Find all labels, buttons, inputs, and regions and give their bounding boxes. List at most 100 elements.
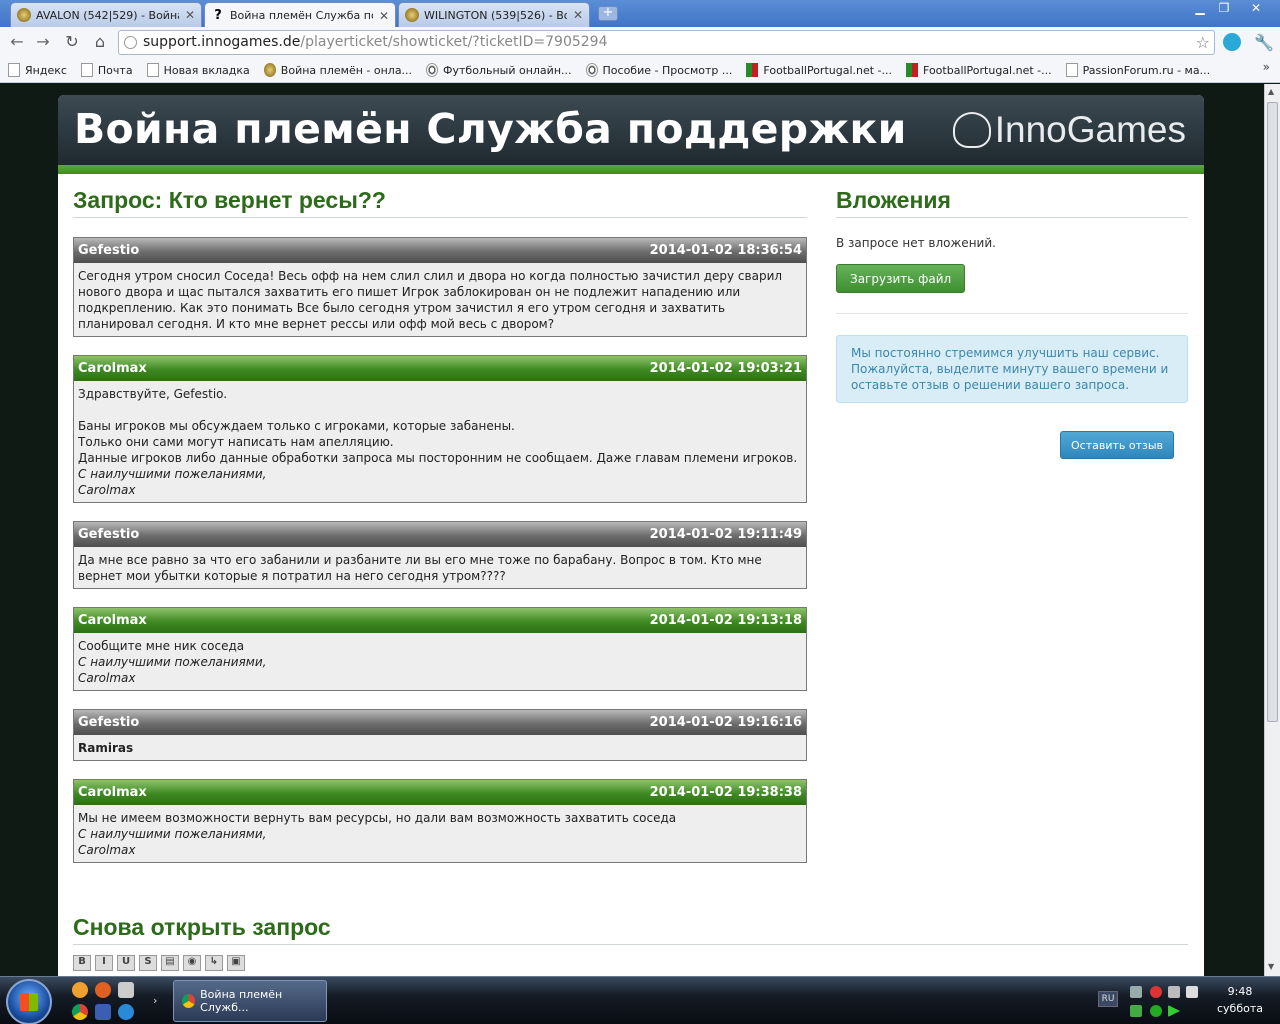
ticket-column: Запрос: Кто вернет ресы?? Gefestio 2014-0… <box>73 187 807 863</box>
message-date: 2014-01-02 19:11:49 <box>649 527 802 542</box>
message-player: Gefestio 2014-01-02 19:16:16 Ramiras <box>73 709 807 761</box>
link-button[interactable]: ◉ <box>183 955 201 971</box>
strike-button[interactable]: S <box>139 955 157 971</box>
tribalwars-icon <box>263 63 276 77</box>
page-icon <box>8 63 20 77</box>
close-tab-icon[interactable]: ✕ <box>573 8 583 22</box>
close-window-icon[interactable]: ✕ <box>1236 0 1276 18</box>
bookmark-label: FootballPortugal.net -... <box>763 63 893 77</box>
chrome-icon[interactable] <box>72 1004 88 1020</box>
message-date: 2014-01-02 19:13:18 <box>649 613 802 628</box>
quicklaunch-chevron-icon[interactable]: › <box>153 994 157 1007</box>
network-icon[interactable] <box>1130 986 1142 998</box>
reload-icon[interactable]: ↻ <box>61 32 83 52</box>
avast-icon[interactable] <box>72 982 88 998</box>
image-button[interactable]: ▣ <box>227 955 245 971</box>
message-author: Gefestio <box>78 527 140 542</box>
start-button[interactable] <box>6 979 52 1024</box>
bookmark-passionforum[interactable]: PassionForum.ru - ма... <box>1065 63 1211 77</box>
bold-button[interactable]: B <box>73 955 91 971</box>
task-title: Война племён Служб... <box>200 988 283 1014</box>
fp-icon <box>906 63 919 77</box>
calculator-icon[interactable] <box>118 982 134 998</box>
message-body: Сообщите мне ник соседа С наилучшими пож… <box>74 633 806 690</box>
security-alert-icon[interactable] <box>1150 986 1162 998</box>
bookmark-star-icon[interactable]: ☆ <box>1196 31 1210 54</box>
tab-avalon[interactable]: AVALON (542|529) - Война... ✕ <box>10 2 202 27</box>
sidebar: Вложения В запросе нет вложений. Загрузи… <box>836 187 1188 459</box>
page-scrollbar[interactable]: ▲ ▼ <box>1264 84 1280 976</box>
message-support: Carolmax 2014-01-02 19:03:21 Здравствуйте,… <box>73 355 807 503</box>
tab-title: AVALON (542|529) - Война... <box>36 8 179 22</box>
message-date: 2014-01-02 19:03:21 <box>649 361 802 376</box>
message-text: Сообщите мне ник соседа <box>78 639 245 653</box>
tab-support[interactable]: ? Война племён Служба по... ✕ <box>204 2 396 28</box>
globe-icon <box>124 36 137 49</box>
scroll-down-icon[interactable]: ▼ <box>1268 962 1274 971</box>
minimize-icon[interactable]: ▁ <box>1188 0 1212 18</box>
message-text: Ramiras <box>78 741 134 755</box>
leave-feedback-button[interactable]: Оставить отзыв <box>1060 431 1175 459</box>
bookmark-football[interactable]: Футбольный онлайн... <box>426 63 572 77</box>
scroll-up-icon[interactable]: ▲ <box>1268 87 1274 96</box>
bookmark-guide[interactable]: Пособие - Просмотр ... <box>585 63 733 77</box>
bookmark-new-tab[interactable]: Новая вкладка <box>146 63 250 77</box>
football-icon <box>585 63 598 77</box>
underline-button[interactable]: U <box>117 955 135 971</box>
chrome-icon <box>182 994 196 1008</box>
skype-icon[interactable] <box>1223 33 1241 51</box>
bookmark-label: Новая вкладка <box>163 63 250 77</box>
windows-logo-icon <box>20 993 38 1011</box>
innogames-logo[interactable]: InnoGames <box>952 109 1186 151</box>
bookmark-yandex[interactable]: Яндекс <box>8 63 67 77</box>
site-brand[interactable]: Война племён Служба поддержки <box>74 105 907 153</box>
new-tab-button[interactable]: + <box>598 6 618 21</box>
message-support: Carolmax 2014-01-02 19:13:18 Сообщите мне … <box>73 607 807 691</box>
close-tab-icon[interactable]: ✕ <box>185 8 195 22</box>
message-text: Здравствуйте, Gefestio. Баны игроков мы … <box>78 387 798 465</box>
play-icon[interactable] <box>1168 1005 1180 1017</box>
firefox-icon[interactable] <box>95 982 111 998</box>
italic-button[interactable]: I <box>95 955 113 971</box>
tribalwars-icon <box>405 8 419 22</box>
taskbar-clock[interactable]: 9:48 суббота <box>1205 983 1275 1017</box>
bookmarks-overflow[interactable]: » <box>1263 60 1270 74</box>
message-date: 2014-01-02 19:16:16 <box>649 715 802 730</box>
bookmark-tribalwars[interactable]: Война племён - онла... <box>263 63 413 77</box>
update-icon[interactable] <box>1150 1005 1162 1017</box>
wrench-icon[interactable]: 🔧 <box>1254 33 1274 52</box>
message-author: Carolmax <box>78 785 147 800</box>
no-attachments-text: В запросе нет вложений. <box>836 236 996 250</box>
quote-button[interactable]: ▤ <box>161 955 179 971</box>
bookmark-label: Пособие - Просмотр ... <box>602 63 733 77</box>
upload-file-button[interactable]: Загрузить файл <box>836 264 966 293</box>
page-viewport: Война племён Служба поддержки InnoGames … <box>0 84 1264 976</box>
bookmark-mail[interactable]: Почта <box>80 63 133 77</box>
url-host: support.innogames.de <box>143 34 301 50</box>
address-bar[interactable]: support.innogames.de/playerticket/showti… <box>118 30 1215 55</box>
close-tab-icon[interactable]: ✕ <box>379 9 389 23</box>
bookmark-label: PassionForum.ru - ма... <box>1082 63 1211 77</box>
scroll-thumb[interactable] <box>1267 102 1278 722</box>
tab-strip: AVALON (542|529) - Война... ✕ ? Война пл… <box>0 0 1280 28</box>
bookmark-label: Война племён - онла... <box>280 63 413 77</box>
bookmark-footballportugal-2[interactable]: FootballPortugal.net -... <box>906 63 1052 77</box>
bookmark-footballportugal-1[interactable]: FootballPortugal.net -... <box>746 63 892 77</box>
indent-button[interactable]: ↳ <box>205 955 223 971</box>
reopen-section: Снова открыть запрос <box>73 914 1188 945</box>
back-icon[interactable]: ← <box>6 32 28 52</box>
bookmark-label: Почта <box>97 63 133 77</box>
volume-icon[interactable] <box>1186 986 1198 998</box>
language-indicator[interactable]: RU <box>1098 991 1118 1007</box>
message-header: Carolmax 2014-01-02 19:13:18 <box>74 608 806 633</box>
restore-icon[interactable]: ❐ <box>1212 0 1236 18</box>
display-icon[interactable] <box>1168 986 1180 998</box>
taskbar-chrome-window[interactable]: Война племён Служб... <box>173 980 327 1022</box>
home-icon[interactable]: ⌂ <box>89 32 111 52</box>
save-icon[interactable] <box>95 1004 111 1020</box>
tab-wilington[interactable]: WILINGTON (539|526) - Во... ✕ <box>398 2 590 27</box>
ie-icon[interactable] <box>118 1004 134 1020</box>
battery-icon[interactable] <box>1130 1005 1142 1017</box>
message-author: Carolmax <box>78 613 147 628</box>
forward-icon[interactable]: → <box>32 32 54 52</box>
